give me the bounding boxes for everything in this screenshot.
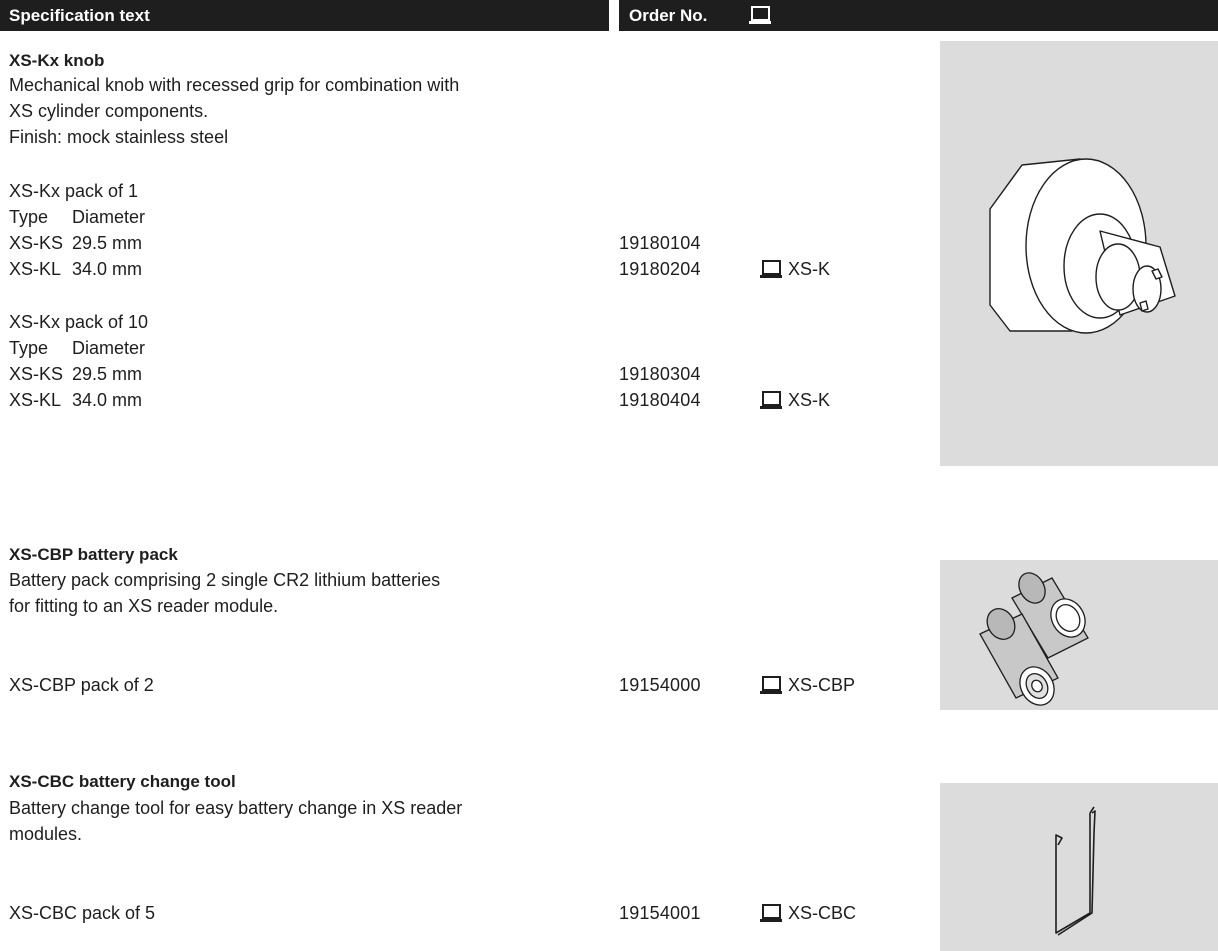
- column-diameter-label: Diameter: [72, 207, 146, 227]
- product-description-line: modules.: [9, 824, 83, 844]
- order-no-header: Order No.: [619, 0, 1218, 31]
- column-type-label: Type: [9, 338, 49, 358]
- computer-icon: [760, 260, 782, 280]
- product-code-text: XS-K: [788, 259, 831, 279]
- row-diameter: 29.5 mm: [72, 364, 143, 384]
- product-title: XS-CBC battery change tool: [9, 772, 236, 791]
- battery-drawing: [979, 572, 1089, 706]
- order-number: 19154001: [619, 903, 701, 923]
- column-type-label: Type: [9, 207, 49, 227]
- computer-icon: [760, 904, 782, 924]
- product-description-line: for fitting to an XS reader module.: [9, 596, 279, 616]
- computer-icon: [760, 391, 782, 411]
- row-type: XS-KL: [9, 259, 62, 279]
- order-no-header-label: Order No.: [629, 6, 708, 25]
- product-description-line: XS cylinder components.: [9, 101, 209, 121]
- product-code: XS-K: [760, 390, 880, 414]
- order-number: 19154000: [619, 675, 701, 695]
- order-number: 19180204: [619, 259, 701, 279]
- spec-text-header: Specification text: [0, 0, 609, 31]
- product-code-text: XS-CBC: [788, 903, 857, 923]
- computer-icon: [760, 676, 782, 696]
- row-diameter: 34.0 mm: [72, 390, 143, 410]
- product-description-line: Battery pack comprising 2 single CR2 lit…: [9, 570, 441, 590]
- product-description-line: Finish: mock stainless steel: [9, 127, 229, 147]
- product-code: XS-CBP: [760, 675, 900, 699]
- tool-drawing: [1055, 806, 1096, 936]
- row-diameter: 34.0 mm: [72, 259, 143, 279]
- knob-drawing: [989, 158, 1176, 334]
- product-code-text: XS-K: [788, 390, 831, 410]
- pack-label: XS-Kx pack of 1: [9, 181, 139, 201]
- row-type: XS-KS: [9, 364, 64, 384]
- product-code: XS-CBC: [760, 903, 900, 927]
- pack-label: XS-CBC pack of 5: [9, 903, 156, 923]
- product-description-line: Battery change tool for easy battery cha…: [9, 798, 463, 818]
- battery-pack-image: [940, 560, 1218, 710]
- product-title: XS-CBP battery pack: [9, 545, 178, 564]
- knob-image: [940, 41, 1218, 466]
- order-number: 19180304: [619, 364, 701, 384]
- product-code-text: XS-CBP: [788, 675, 856, 695]
- row-type: XS-KS: [9, 233, 64, 253]
- pack-label: XS-Kx pack of 10: [9, 312, 149, 332]
- row-type: XS-KL: [9, 390, 62, 410]
- product-code: XS-K: [760, 259, 880, 283]
- computer-icon: [749, 6, 771, 26]
- order-number: 19180404: [619, 390, 701, 410]
- product-title: XS-Kx knob: [9, 51, 105, 70]
- spec-text-header-label: Specification text: [9, 6, 150, 25]
- order-number: 19180104: [619, 233, 701, 253]
- column-diameter-label: Diameter: [72, 338, 146, 358]
- product-description-line: Mechanical knob with recessed grip for c…: [9, 75, 460, 95]
- pack-label: XS-CBP pack of 2: [9, 675, 154, 695]
- row-diameter: 29.5 mm: [72, 233, 143, 253]
- battery-change-tool-image: [940, 783, 1218, 951]
